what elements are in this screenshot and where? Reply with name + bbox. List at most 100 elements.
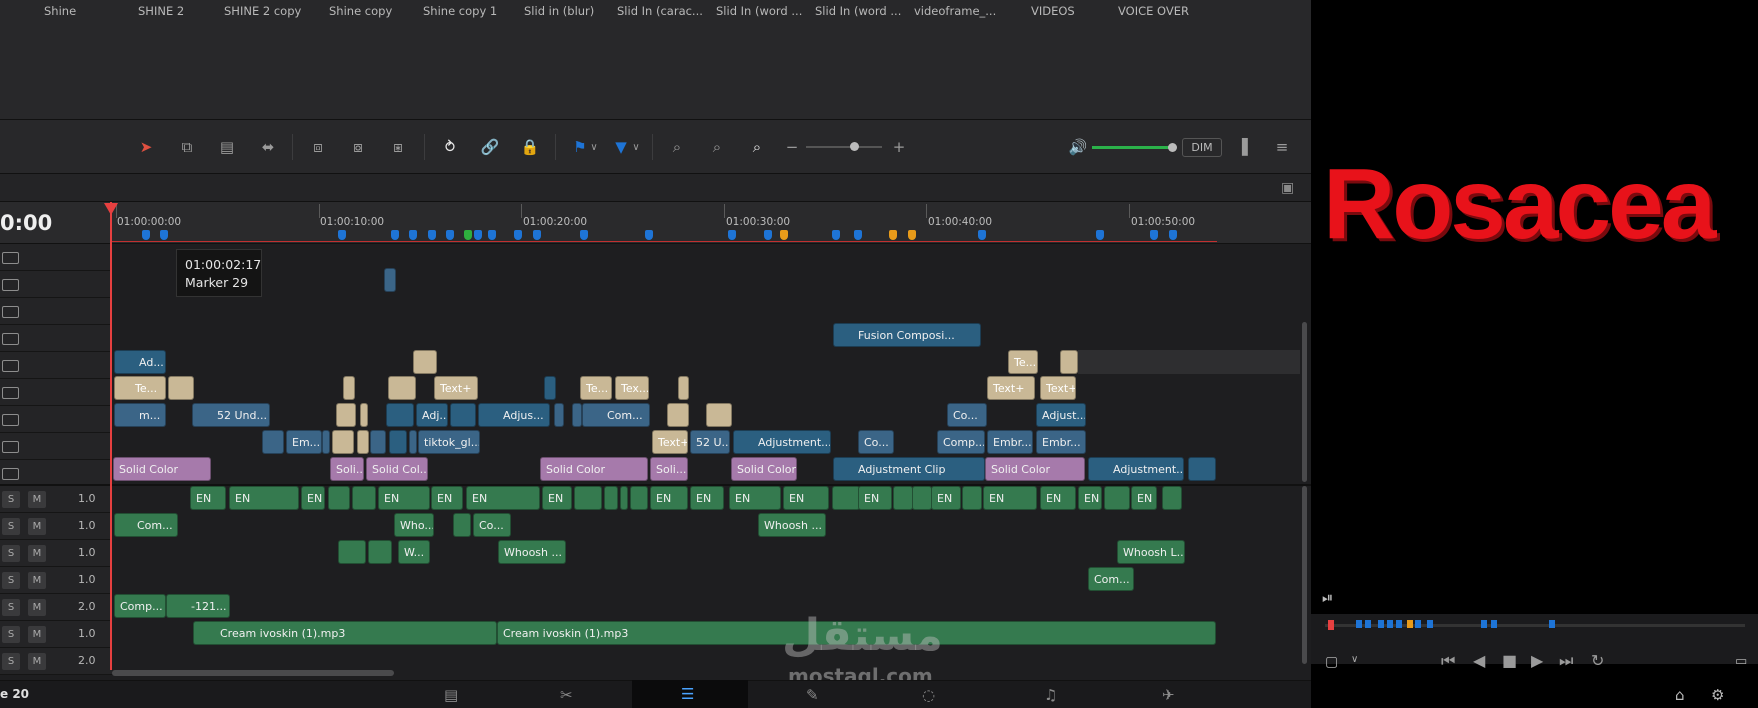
audio-clip[interactable] [893, 486, 913, 510]
video-track-header[interactable] [0, 298, 112, 325]
adjustment-clip[interactable]: Adjustment... [1088, 457, 1184, 481]
chevron-down-icon[interactable]: ∨ [580, 137, 608, 157]
adjustment-clip[interactable] [1188, 457, 1216, 481]
video-clip[interactable] [389, 430, 407, 454]
stop-icon[interactable]: ■ [1502, 651, 1517, 670]
blade-tool-icon[interactable]: ⬌ [254, 137, 282, 157]
viewer-frame-icon[interactable]: ▢ [1325, 654, 1338, 670]
timeline-marker[interactable] [1096, 230, 1104, 240]
audio-clip[interactable] [1104, 486, 1130, 510]
audio-clip[interactable]: Whoosh ... [758, 513, 826, 537]
video-clip[interactable]: m... [114, 403, 166, 427]
replace-clip-icon[interactable]: ⧆ [384, 137, 412, 157]
loop-icon[interactable]: ↻ [1591, 651, 1604, 670]
media-page-icon[interactable]: ▤ [444, 686, 458, 704]
audio-clip[interactable] [630, 486, 648, 510]
audio-track-header[interactable]: S M 1.0 [0, 567, 112, 594]
video-clip[interactable] [572, 403, 582, 427]
audio-clip[interactable]: Cream ivoskin (1).mp3 [193, 621, 497, 645]
audio-clip[interactable]: EN [1078, 486, 1102, 510]
timeline-marker[interactable] [1150, 230, 1158, 240]
title-clip[interactable] [343, 376, 355, 400]
media-item[interactable]: Shine [44, 4, 76, 18]
dynamic-trim-icon[interactable]: ▤ [213, 137, 241, 157]
deliver-page-icon[interactable]: ✈ [1162, 686, 1175, 704]
title-clip[interactable]: Text+ [1040, 376, 1076, 400]
timeline-marker[interactable] [908, 230, 916, 240]
compound-clip[interactable]: Comp... [937, 430, 985, 454]
audio-clip[interactable] [453, 513, 471, 537]
zoom-custom-icon[interactable]: ⌕ [743, 137, 771, 157]
fx-clip[interactable]: Ad... [114, 350, 166, 374]
timeline-scrollbar[interactable] [112, 670, 394, 676]
zoom-full-icon[interactable]: ⌕ [663, 137, 691, 157]
mute-button[interactable]: M [28, 599, 46, 616]
playhead-handle[interactable] [104, 203, 118, 215]
timeline-marker[interactable] [832, 230, 840, 240]
fusion-page-icon[interactable]: ✎ [806, 686, 819, 704]
title-clip[interactable]: Te... [580, 376, 612, 400]
fairlight-page-icon[interactable]: ♫ [1044, 686, 1057, 704]
video-clip[interactable] [370, 430, 386, 454]
audio-clip[interactable] [912, 486, 932, 510]
mute-button[interactable]: M [28, 653, 46, 670]
timeline-marker[interactable] [391, 230, 399, 240]
audio-clip[interactable] [604, 486, 618, 510]
video-clip[interactable] [386, 403, 414, 427]
video-track-header[interactable] [0, 460, 112, 487]
title-clip[interactable]: Text+ [434, 376, 478, 400]
timeline-marker[interactable] [645, 230, 653, 240]
audio-clip[interactable]: Whoosh ... [498, 540, 566, 564]
audio-clip[interactable]: EN [1040, 486, 1076, 510]
selection-tool-icon[interactable]: ➤ [132, 137, 160, 157]
title-clip[interactable] [678, 376, 689, 400]
skip-to-end-icon[interactable]: ⏭ [1559, 651, 1573, 671]
zoom-out-icon[interactable]: − [778, 137, 806, 157]
dim-button[interactable]: DIM [1182, 138, 1222, 157]
audio-track-header[interactable]: S M 2.0 [0, 648, 112, 675]
media-item[interactable]: Shine copy 1 [423, 4, 497, 18]
insert-clip-icon[interactable]: ⧈ [304, 137, 332, 157]
audio-clip[interactable]: EN [542, 486, 572, 510]
audio-clip[interactable]: EN [378, 486, 430, 510]
solo-button[interactable]: S [2, 545, 20, 562]
snapping-icon[interactable]: ⥁ [436, 137, 464, 157]
title-clip[interactable]: Text+ [652, 430, 688, 454]
media-item[interactable]: Slid In (carac... [617, 4, 703, 18]
audio-clip[interactable] [338, 540, 366, 564]
video-track-header[interactable] [0, 325, 112, 352]
compound-clip[interactable]: Co... [858, 430, 894, 454]
solid-color-clip[interactable]: Soli... [650, 457, 688, 481]
audio-track-scrollbar[interactable] [1302, 486, 1307, 664]
media-item[interactable]: VOICE OVER [1118, 4, 1189, 18]
video-clip[interactable] [554, 403, 564, 427]
volume-slider-handle[interactable] [1168, 143, 1177, 152]
video-clip[interactable] [544, 376, 556, 400]
audio-track-header[interactable]: S M 1.0 [0, 540, 112, 567]
title-clip[interactable]: Tex... [615, 376, 649, 400]
title-clip[interactable] [332, 430, 354, 454]
title-clip[interactable] [1060, 350, 1078, 374]
timeline-marker[interactable] [1169, 230, 1177, 240]
link-icon[interactable]: 🔗 [476, 137, 504, 157]
solo-button[interactable]: S [2, 491, 20, 508]
media-item[interactable]: Slid in (blur) [524, 4, 594, 18]
gear-icon[interactable]: ⚙ [1711, 686, 1724, 704]
mute-button[interactable]: M [28, 626, 46, 643]
mute-button[interactable]: M [28, 545, 46, 562]
color-page-icon[interactable]: ◌ [922, 686, 935, 704]
audio-clip[interactable]: Who... [394, 513, 434, 537]
solo-button[interactable]: S [2, 626, 20, 643]
audio-clip[interactable]: EN [1131, 486, 1157, 510]
video-clip[interactable]: Embr... [987, 430, 1033, 454]
zoom-slider[interactable] [806, 146, 882, 148]
media-item[interactable]: Slid In (word ... [716, 4, 802, 18]
audio-track-header[interactable]: S M 1.0 [0, 486, 112, 513]
audio-clip[interactable] [368, 540, 392, 564]
solo-button[interactable]: S [2, 518, 20, 535]
title-clip[interactable] [336, 403, 356, 427]
timeline-marker[interactable] [854, 230, 862, 240]
playhead[interactable] [110, 202, 112, 670]
title-clip[interactable]: Te... [114, 376, 166, 400]
solid-color-clip[interactable]: Solid Color [113, 457, 211, 481]
